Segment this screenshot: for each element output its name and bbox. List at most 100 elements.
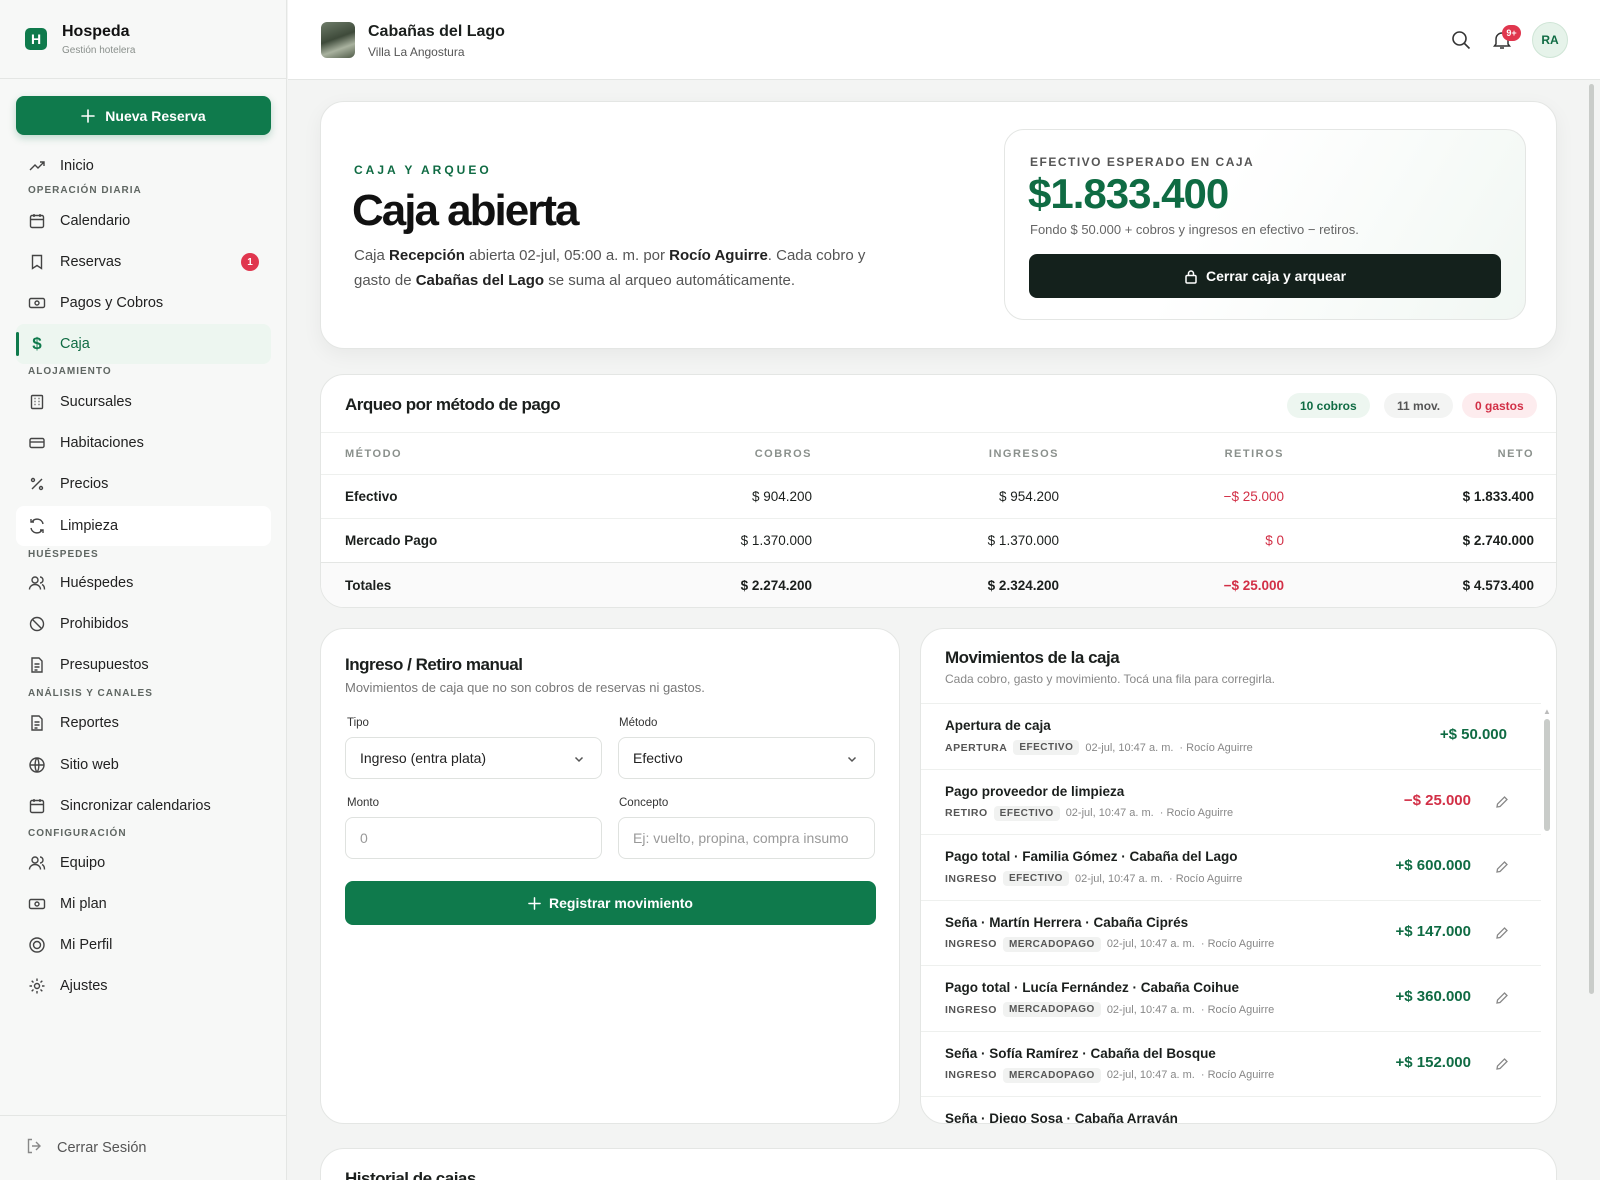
cell-retiros: $ 0 — [1265, 533, 1284, 548]
movement-date: 02-jul, 10:47 a. m. — [1106, 1003, 1195, 1016]
sidebar-item-equipo[interactable]: Equipo — [16, 843, 271, 883]
search-icon[interactable] — [1451, 30, 1471, 53]
movement-type: INGRESO — [945, 1069, 997, 1081]
brand-subtitle: Gestión hotelera — [62, 44, 136, 56]
page-scrollbar[interactable] — [1589, 84, 1594, 994]
users-icon — [28, 574, 46, 592]
globe-icon — [28, 756, 46, 774]
movement-row[interactable]: Seña · Diego Sosa · Cabaña Arrayán — [921, 1096, 1541, 1123]
concepto-input[interactable]: Ej: vuelto, propina, compra insumo — [618, 817, 875, 859]
hotel-thumbnail[interactable] — [321, 22, 355, 58]
chevron-down-icon — [846, 752, 858, 768]
sidebar-item-precios[interactable]: Precios — [16, 464, 271, 504]
movements-list: Apertura de caja APERTURA EFECTIVO 02-jul, … — [921, 703, 1541, 1123]
plus-icon — [528, 896, 541, 910]
avatar[interactable]: RA — [1532, 22, 1568, 58]
movement-type: INGRESO — [945, 938, 997, 950]
sidebar-item-mi-plan[interactable]: Mi plan — [16, 884, 271, 924]
register-movement-label: Registrar movimiento — [549, 895, 693, 911]
hero-description: Caja Recepción abierta 02-jul, 05:00 a. … — [354, 243, 894, 293]
sidebar-item-caja[interactable]: $ Caja — [16, 324, 271, 364]
col-retiros: RETIROS — [1224, 447, 1284, 460]
sidebar-item-calendario[interactable]: Calendario — [16, 201, 271, 241]
movement-amount: +$ 360.000 — [1395, 988, 1472, 1005]
gastos-pill: 0 gastos — [1462, 393, 1537, 418]
movement-meta: INGRESO EFECTIVO 02-jul, 10:47 a. m. · Rocí… — [945, 871, 1242, 886]
movement-amount: +$ 152.000 — [1395, 1053, 1472, 1071]
movement-row[interactable]: Seña · Martín Herrera · Cabaña Ciprés ING… — [921, 899, 1541, 966]
sidebar-item-prohibidos[interactable]: Prohibidos — [16, 604, 271, 644]
sidebar-item-reservas[interactable]: Reservas 1 — [16, 242, 271, 282]
pencil-icon[interactable] — [1495, 1122, 1509, 1123]
manual-title: Ingreso / Retiro manual — [345, 655, 523, 674]
sidebar-item-mi-perfil[interactable]: Mi Perfil — [16, 925, 271, 965]
sidebar-item-limpieza[interactable]: Limpieza — [16, 506, 271, 546]
cash-summary-card: CAJA Y ARQUEO Caja abierta Caja Recepció… — [320, 101, 1557, 349]
pencil-icon[interactable] — [1495, 795, 1509, 812]
sidebar-item-sucursales[interactable]: Sucursales — [16, 382, 271, 422]
movement-type: APERTURA — [945, 741, 1008, 754]
sidebar-item-reportes[interactable]: Reportes — [16, 703, 271, 743]
section-huespedes: HUÉSPEDES — [28, 549, 99, 560]
dollar-icon: $ — [32, 334, 42, 353]
profile-icon — [28, 936, 46, 954]
movement-meta: INGRESO MERCADOPAGO 02-jul, 10:47 a. m. · R… — [945, 1067, 1274, 1083]
movement-amount: +$ 600.000 — [1395, 857, 1472, 874]
sidebar-item-sitio-web[interactable]: Sitio web — [16, 745, 271, 785]
sidebar-item-label: Reservas — [60, 254, 122, 270]
pencil-icon[interactable] — [1495, 860, 1509, 877]
pencil-icon[interactable] — [1495, 926, 1509, 943]
movement-meta: INGRESO MERCADOPAGO 02-jul, 10:47 a. m. · R… — [945, 1002, 1274, 1017]
close-cash-button[interactable]: Cerrar caja y arquear — [1029, 254, 1501, 298]
register-movement-button[interactable]: Registrar movimiento — [345, 881, 876, 925]
chevron-down-icon — [573, 752, 585, 768]
total-retiros: −$ 25.000 — [1223, 577, 1284, 593]
team-icon — [28, 854, 46, 872]
sidebar-item-label: Limpieza — [60, 518, 119, 534]
calendar-icon — [28, 212, 46, 230]
logout-button[interactable]: Cerrar Sesión — [0, 1115, 287, 1180]
monto-input[interactable]: 0 — [345, 817, 602, 859]
monto-placeholder: 0 — [360, 830, 368, 846]
movements-pill: 11 mov. — [1384, 393, 1454, 418]
bed-icon — [28, 434, 46, 452]
total-ingresos: $ 2.324.200 — [987, 577, 1059, 593]
movement-user: · Rocío Aguirre — [1159, 807, 1234, 819]
hotel-name[interactable]: Cabañas del Lago — [368, 23, 505, 41]
sidebar-item-inicio[interactable]: Inicio — [16, 146, 271, 186]
tipo-select[interactable]: Ingreso (entra plata) — [345, 737, 602, 779]
totals-row: Totales $ 2.274.200 $ 2.324.200 −$ 25.00… — [321, 562, 1556, 607]
sidebar-item-huespedes[interactable]: Huéspedes — [16, 563, 271, 603]
metodo-select[interactable]: Efectivo — [618, 737, 875, 779]
movement-meta: INGRESO MERCADOPAGO 02-jul, 10:47 a. m. · R… — [945, 936, 1274, 952]
pencil-icon[interactable] — [1495, 1057, 1509, 1074]
movement-row[interactable]: Pago total · Familia Gómez · Cabaña del … — [921, 834, 1541, 900]
new-reservation-button[interactable]: Nueva Reserva — [16, 96, 271, 135]
cell-retiros: −$ 25.000 — [1223, 489, 1284, 504]
movement-row[interactable]: Pago proveedor de limpieza RETIRO EFECTIVO… — [921, 768, 1541, 835]
movement-row[interactable]: Pago total · Lucía Fernández · Cabaña Co… — [921, 965, 1541, 1031]
movements-card: Movimientos de la caja Cada cobro, gasto… — [920, 628, 1557, 1124]
pencil-icon[interactable] — [1495, 991, 1509, 1008]
tipo-value: Ingreso (entra plata) — [360, 750, 487, 766]
sidebar-item-ajustes[interactable]: Ajustes — [16, 966, 271, 1006]
movement-method: EFECTIVO — [993, 805, 1060, 821]
movement-row[interactable]: Seña · Sofía Ramírez · Cabaña del Bosque… — [921, 1030, 1541, 1097]
sidebar-item-pagos[interactable]: Pagos y Cobros — [16, 283, 271, 323]
movement-name: Pago proveedor de limpieza — [945, 783, 1125, 799]
movement-date: 02-jul, 10:47 a. m. — [1065, 807, 1154, 819]
movement-type: INGRESO — [945, 872, 997, 885]
sidebar-item-label: Inicio — [60, 158, 94, 174]
sidebar-item-sincronizar[interactable]: Sincronizar calendarios — [16, 786, 271, 826]
movement-name: Seña · Martín Herrera · Cabaña Ciprés — [945, 914, 1189, 930]
desc-station: Recepción — [389, 247, 465, 264]
sidebar-item-habitaciones[interactable]: Habitaciones — [16, 423, 271, 463]
section-analisis: ANÁLISIS Y CANALES — [28, 688, 153, 699]
scroll-up-arrow[interactable]: ▲ — [1543, 707, 1551, 716]
scrollbar[interactable] — [1544, 719, 1550, 831]
sidebar-item-label: Calendario — [60, 213, 131, 229]
sidebar-item-presupuestos[interactable]: Presupuestos — [16, 645, 271, 685]
movements-title: Movimientos de la caja — [945, 648, 1120, 667]
movement-row[interactable]: Apertura de caja APERTURA EFECTIVO 02-jul, … — [921, 703, 1541, 769]
table-row: Efectivo $ 904.200 $ 954.200 −$ 25.000 $… — [321, 474, 1556, 518]
